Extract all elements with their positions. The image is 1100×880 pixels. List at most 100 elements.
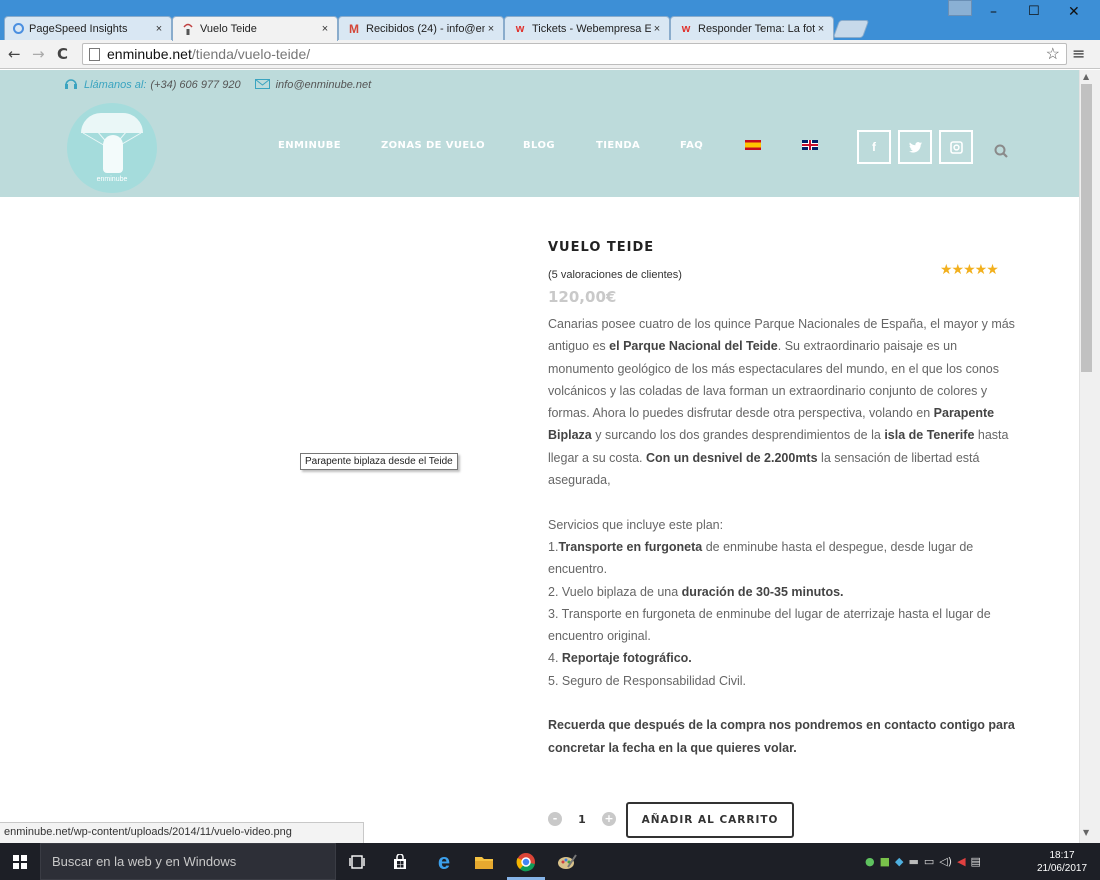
service-item: 4. Reportaje fotográfico. — [548, 651, 692, 666]
phone-number[interactable]: (+34) 606 977 920 — [150, 79, 240, 91]
address-bar[interactable]: enminube.net/tienda/vuelo-teide/ ☆ — [82, 43, 1067, 65]
windows-taskbar: Buscar en la web y en Windows e ● ■ ◆ ▬ … — [0, 843, 1100, 880]
edge-browser-icon[interactable]: e — [433, 849, 455, 874]
close-icon[interactable]: × — [319, 23, 331, 35]
tray-app-icon[interactable]: ■ — [880, 855, 890, 868]
twitter-button[interactable] — [898, 130, 932, 164]
webempresa-icon: w — [515, 22, 525, 35]
product-description: Canarias posee cuatro de los quince Parq… — [548, 313, 1018, 759]
close-icon[interactable]: × — [153, 23, 165, 35]
close-icon[interactable]: × — [485, 23, 497, 35]
star-rating: ★★★★★ — [940, 262, 999, 278]
tab-pagespeed-insights[interactable]: PageSpeed Insights × — [4, 16, 172, 40]
description-paragraph: Canarias posee cuatro de los quince Parq… — [548, 317, 1015, 488]
file-explorer-icon[interactable] — [473, 851, 495, 873]
forward-arrow-icon[interactable]: → — [32, 45, 45, 63]
facebook-button[interactable]: f — [857, 130, 891, 164]
tray-app-icon[interactable]: ◀ — [957, 855, 965, 868]
network-icon[interactable]: ▭ — [924, 855, 934, 868]
minimize-icon[interactable]: – — [990, 4, 997, 20]
link-status-bubble: enminube.net/wp-content/uploads/2014/11/… — [0, 822, 364, 843]
uk-flag-icon[interactable] — [802, 140, 818, 150]
paint-app-icon[interactable] — [556, 851, 578, 873]
twitter-icon — [908, 141, 922, 153]
tab-title: Recibidos (24) - info@enm — [366, 22, 485, 35]
user-profile-icon[interactable] — [948, 0, 972, 16]
quantity-minus-button[interactable]: - — [548, 812, 562, 826]
headphones-icon — [64, 77, 78, 92]
closing-note: Recuerda que después de la compra nos po… — [548, 718, 1015, 755]
quantity-plus-button[interactable]: + — [602, 812, 616, 826]
nav-zonas-de-vuelo[interactable]: ZONAS DE VUELO — [381, 140, 485, 151]
url-host: enminube.net — [107, 46, 192, 62]
page-icon — [89, 47, 100, 61]
envelope-icon — [254, 77, 270, 92]
search-icon[interactable] — [994, 144, 1008, 158]
facebook-icon: f — [872, 140, 876, 154]
nav-blog[interactable]: BLOG — [523, 140, 555, 151]
notifications-icon[interactable]: ▤ — [971, 855, 981, 868]
service-item: 1.Transporte en furgoneta de enminube ha… — [548, 539, 974, 577]
quantity-input[interactable]: 1 — [562, 813, 602, 826]
scroll-up-icon[interactable]: ▲ — [1083, 72, 1089, 81]
browser-tab-strip: PageSpeed Insights × Vuelo Teide × M Rec… — [0, 0, 1100, 41]
service-item: 2. Vuelo biplaza de una duración de 30-3… — [548, 584, 844, 599]
close-icon[interactable]: × — [651, 23, 663, 35]
site-logo[interactable]: enminube — [67, 103, 157, 193]
tab-responder-tema[interactable]: w Responder Tema: La foto p × — [670, 16, 834, 40]
tray-app-icon[interactable]: ▬ — [908, 855, 918, 868]
volume-icon[interactable]: ◁) — [939, 855, 952, 868]
product-title: VUELO TEIDE — [548, 240, 655, 255]
service-item: 3. Transporte en furgoneta de enminube d… — [548, 606, 991, 644]
maximize-icon[interactable]: ☐ — [1028, 4, 1040, 19]
tab-title: Vuelo Teide — [200, 23, 257, 35]
tray-app-icon[interactable]: ◆ — [895, 855, 903, 868]
close-icon[interactable]: × — [815, 23, 827, 35]
back-arrow-icon[interactable]: ← — [8, 45, 21, 63]
browser-toolbar: ← → C enminube.net/tienda/vuelo-teide/ ☆… — [0, 40, 1100, 69]
tab-tickets[interactable]: w Tickets - Webempresa Eur × — [504, 16, 670, 40]
scrollbar-thumb[interactable] — [1081, 84, 1092, 372]
taskbar-clock[interactable]: 18:17 21/06/2017 — [1034, 849, 1090, 875]
menu-icon[interactable]: ≡ — [1072, 44, 1085, 63]
scroll-down-icon[interactable]: ▼ — [1083, 828, 1089, 837]
webempresa-icon: w — [681, 22, 691, 35]
chrome-icon[interactable] — [515, 851, 537, 873]
new-tab-button[interactable] — [832, 20, 870, 38]
product-image[interactable] — [0, 197, 520, 843]
task-view-icon[interactable] — [346, 851, 368, 873]
nav-enminube[interactable]: ENMINUBE — [278, 140, 341, 151]
email-link[interactable]: info@enminube.net — [276, 79, 372, 91]
gmail-icon: M — [349, 21, 359, 36]
close-window-icon[interactable]: ✕ — [1068, 4, 1080, 20]
tray-app-icon[interactable]: ● — [865, 855, 875, 868]
logo-text: enminube — [96, 176, 128, 183]
spanish-flag-icon[interactable] — [745, 140, 761, 150]
windows-start-icon[interactable] — [13, 855, 27, 869]
clock-date: 21/06/2017 — [1036, 863, 1088, 874]
pilot-figure-icon — [103, 135, 123, 173]
tab-vuelo-teide[interactable]: Vuelo Teide × — [172, 16, 338, 41]
pagespeed-icon — [13, 23, 24, 34]
contact-bar: Llámanos al: (+34) 606 977 920 info@enmi… — [64, 77, 371, 92]
store-icon[interactable] — [389, 851, 411, 873]
tab-gmail[interactable]: M Recibidos (24) - info@enm × — [338, 16, 504, 40]
reload-icon[interactable]: C — [57, 45, 68, 63]
tab-title: Tickets - Webempresa Eur — [532, 22, 651, 35]
tab-title: Responder Tema: La foto p — [698, 22, 815, 35]
contact-label: Llámanos al: — [84, 78, 147, 91]
enminube-favicon — [181, 22, 195, 36]
system-tray: ● ■ ◆ ▬ ▭ ◁) ◀ ▤ — [865, 855, 981, 868]
instagram-icon — [949, 140, 963, 154]
nav-faq[interactable]: FAQ — [680, 140, 703, 151]
tab-title: PageSpeed Insights — [29, 22, 128, 35]
image-tooltip: Parapente biplaza desde el Teide — [300, 453, 458, 470]
taskbar-search-input[interactable]: Buscar en la web y en Windows — [40, 843, 336, 880]
service-item: 5. Seguro de Responsabilidad Civil. — [548, 673, 747, 688]
product-price: 120,00€ — [548, 288, 617, 306]
nav-tienda[interactable]: TIENDA — [596, 140, 640, 151]
instagram-button[interactable] — [939, 130, 973, 164]
reviews-link[interactable]: (5 valoraciones de clientes) — [548, 269, 682, 281]
bookmark-star-icon[interactable]: ☆ — [1046, 44, 1060, 64]
add-to-cart-button[interactable]: AÑADIR AL CARRITO — [626, 802, 794, 838]
